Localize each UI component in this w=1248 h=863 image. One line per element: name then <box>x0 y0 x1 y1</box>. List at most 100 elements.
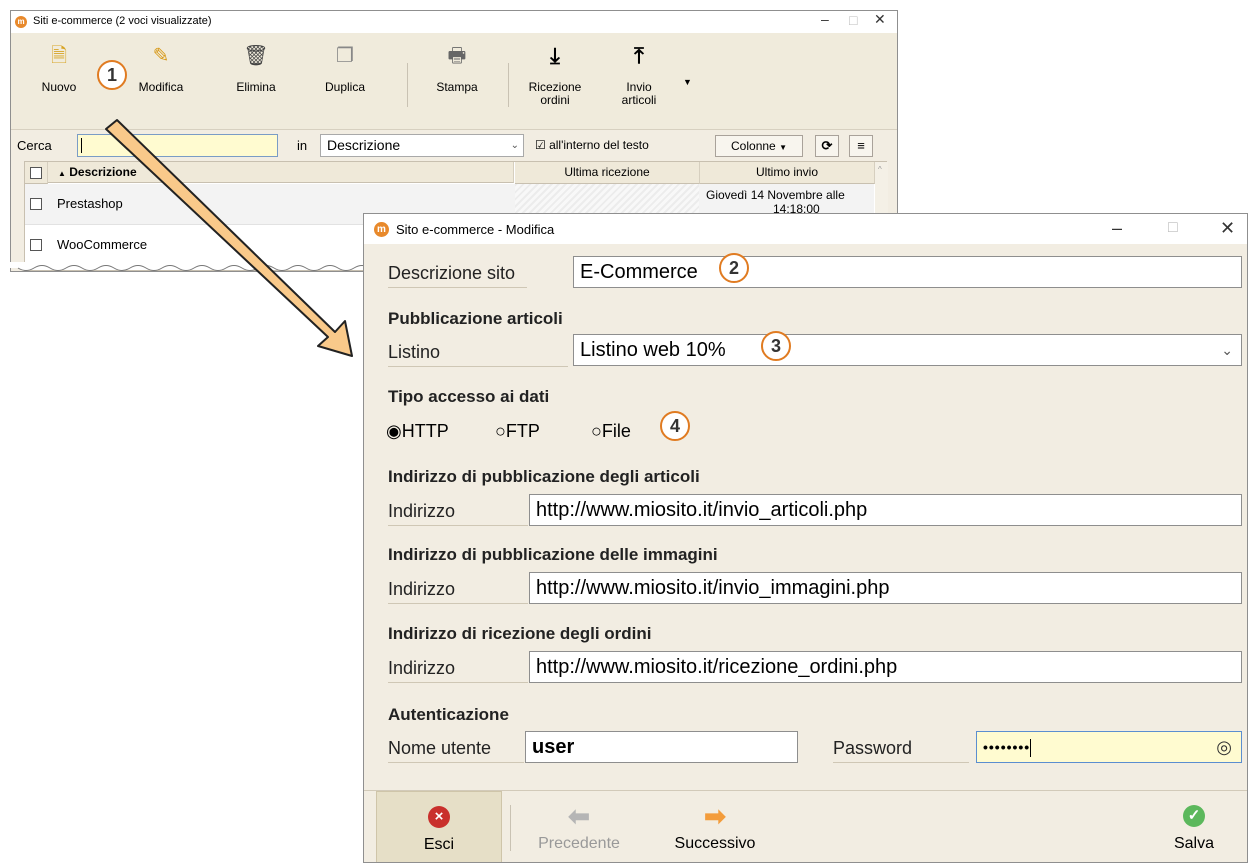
send-items-button[interactable]: ⤒ Invio articoli <box>609 37 669 117</box>
duplicate-button[interactable]: ❐ Duplica <box>317 37 373 117</box>
column-header-ultima-ricezione[interactable]: Ultima ricezione <box>515 162 700 184</box>
eye-icon[interactable]: ◎ <box>1216 732 1233 762</box>
dialog-title-bar: m Sito e-commerce - Modifica – □ ✕ <box>364 214 1247 244</box>
select-all-checkbox[interactable] <box>30 167 42 179</box>
in-text-checkbox[interactable]: ☑ all'interno del testo <box>535 138 649 152</box>
descrizione-sito-label: Descrizione sito <box>388 263 528 288</box>
refresh-button[interactable]: ⟳ <box>815 135 839 157</box>
in-label: in <box>297 138 308 153</box>
radio-file[interactable]: ○File <box>591 421 631 442</box>
close-button[interactable]: ✕ <box>1220 218 1235 239</box>
callout-4: 4 <box>660 411 690 441</box>
immagini-address-label: Indirizzo <box>388 579 528 604</box>
minimize-button[interactable]: – <box>1112 218 1122 239</box>
articoli-address-field[interactable]: http://www.miosito.it/invio_articoli.php <box>529 494 1242 526</box>
text-caret <box>1030 739 1032 758</box>
receive-orders-button[interactable]: ⤓ Ricezione ordini <box>523 37 587 117</box>
row-checkbox[interactable] <box>30 239 42 251</box>
row-descrizione: WooCommerce <box>57 237 148 252</box>
password-field[interactable]: •••••••• ◎ <box>976 731 1242 763</box>
radio-ftp[interactable]: ○FTP <box>495 421 540 442</box>
ordini-address-heading: Indirizzo di ricezione degli ordini <box>388 624 652 643</box>
next-button[interactable]: ➡ Successivo <box>660 791 770 862</box>
username-label: Nome utente <box>388 738 524 763</box>
maximize-button[interactable]: □ <box>1168 219 1178 237</box>
select-all-header[interactable] <box>25 162 48 184</box>
callout-3: 3 <box>761 331 791 361</box>
callout-2: 2 <box>719 253 749 283</box>
print-label: Stampa <box>436 80 478 94</box>
edit-button[interactable]: ✎ Modifica <box>129 37 193 117</box>
listino-select[interactable]: Listino web 10% ⌄ <box>573 334 1242 366</box>
exit-button[interactable]: × Esci <box>376 791 502 862</box>
print-button[interactable]: 🖶 Stampa <box>429 37 485 117</box>
radio-ftp-label: FTP <box>505 421 540 441</box>
descrizione-sito-value: E-Commerce <box>580 261 698 283</box>
next-label: Successivo <box>674 835 756 852</box>
password-value: •••••••• <box>983 739 1031 755</box>
articoli-address-heading: Indirizzo di pubblicazione degli articol… <box>388 467 700 486</box>
auth-heading: Autenticazione <box>388 705 509 724</box>
chevron-down-icon: ⌄ <box>510 140 519 151</box>
column-header-ultimo-invio[interactable]: Ultimo invio <box>700 162 875 184</box>
button-separator <box>510 805 511 851</box>
new-button[interactable]: 🗎 Nuovo <box>37 37 81 117</box>
title-bar: m Siti e-commerce (2 voci visualizzate) … <box>11 11 897 33</box>
immagini-address-value: http://www.miosito.it/invio_immagini.php <box>536 577 890 599</box>
previous-button[interactable]: ⬅ Precedente <box>524 791 634 862</box>
column-header-label: Ultima ricezione <box>564 165 650 179</box>
dropdown-arrow-icon: ▼ <box>779 143 787 152</box>
more-actions-dropdown-icon[interactable]: ▼ <box>683 77 692 87</box>
access-type-heading: Tipo accesso ai dati <box>388 387 550 406</box>
scroll-up-icon: ^ <box>878 165 882 174</box>
delete-button[interactable]: 🗑 Elimina <box>231 37 281 117</box>
edit-site-dialog: m Sito e-commerce - Modifica – □ ✕ Descr… <box>363 213 1248 863</box>
download-arrow-icon: ⤓ <box>550 43 560 68</box>
search-input[interactable] <box>77 134 278 157</box>
new-label: Nuovo <box>41 80 77 94</box>
toolbar-separator <box>508 63 509 107</box>
ordini-address-field[interactable]: http://www.miosito.it/ricezione_ordini.p… <box>529 651 1242 683</box>
maximize-button[interactable]: □ <box>849 12 857 28</box>
immagini-address-field[interactable]: http://www.miosito.it/invio_immagini.php <box>529 572 1242 604</box>
dialog-button-bar: × Esci ⬅ Precedente ➡ Successivo ✓ Salva <box>364 790 1247 862</box>
search-field-select[interactable]: Descrizione ⌄ <box>320 134 524 157</box>
trash-icon: 🗑 <box>243 45 269 67</box>
arrow-left-icon: ⬅ <box>568 801 590 831</box>
pubblicazione-heading: Pubblicazione articoli <box>388 309 563 328</box>
new-document-icon: 🗎 <box>50 45 68 67</box>
search-label: Cerca <box>17 138 52 153</box>
close-circle-icon: × <box>428 806 450 828</box>
toolbar-separator <box>407 63 408 107</box>
password-label: Password <box>833 738 969 763</box>
articoli-address-value: http://www.miosito.it/invio_articoli.php <box>536 499 868 521</box>
save-button[interactable]: ✓ Salva <box>1154 791 1234 862</box>
radio-file-label: File <box>601 421 631 441</box>
columns-button[interactable]: Colonne ▼ <box>715 135 803 157</box>
row-checkbox[interactable] <box>30 198 42 210</box>
app-logo-icon: m <box>15 16 27 28</box>
text-caret <box>81 138 82 153</box>
receive-orders-label-2: ordini <box>540 93 570 107</box>
pencil-icon: ✎ <box>152 45 170 67</box>
printer-icon: 🖶 <box>447 45 467 67</box>
menu-button[interactable]: ≡ <box>849 135 873 157</box>
column-header-descrizione[interactable]: ▲ Descrizione <box>48 162 514 183</box>
descrizione-sito-field[interactable]: E-Commerce <box>573 256 1242 288</box>
minimize-button[interactable]: – <box>821 11 829 27</box>
arrow-right-icon: ➡ <box>704 801 726 831</box>
window-title: Siti e-commerce (2 voci visualizzate) <box>33 15 212 27</box>
upload-arrow-icon: ⤒ <box>634 43 644 68</box>
chevron-down-icon: ⌄ <box>1221 342 1233 358</box>
edit-label: Modifica <box>138 80 184 94</box>
refresh-icon: ⟳ <box>821 138 833 153</box>
row-descrizione: Prestashop <box>57 196 123 211</box>
articoli-address-label: Indirizzo <box>388 501 528 526</box>
radio-http[interactable]: ◉HTTP <box>386 421 449 442</box>
row-ultimo-invio: Giovedì 14 Novembre alle <box>706 188 845 202</box>
close-button[interactable]: ✕ <box>874 11 886 28</box>
sort-ascending-icon: ▲ <box>58 169 66 178</box>
app-logo-icon: m <box>374 222 389 237</box>
username-field[interactable]: user <box>525 731 798 763</box>
search-field-value: Descrizione <box>327 137 401 153</box>
